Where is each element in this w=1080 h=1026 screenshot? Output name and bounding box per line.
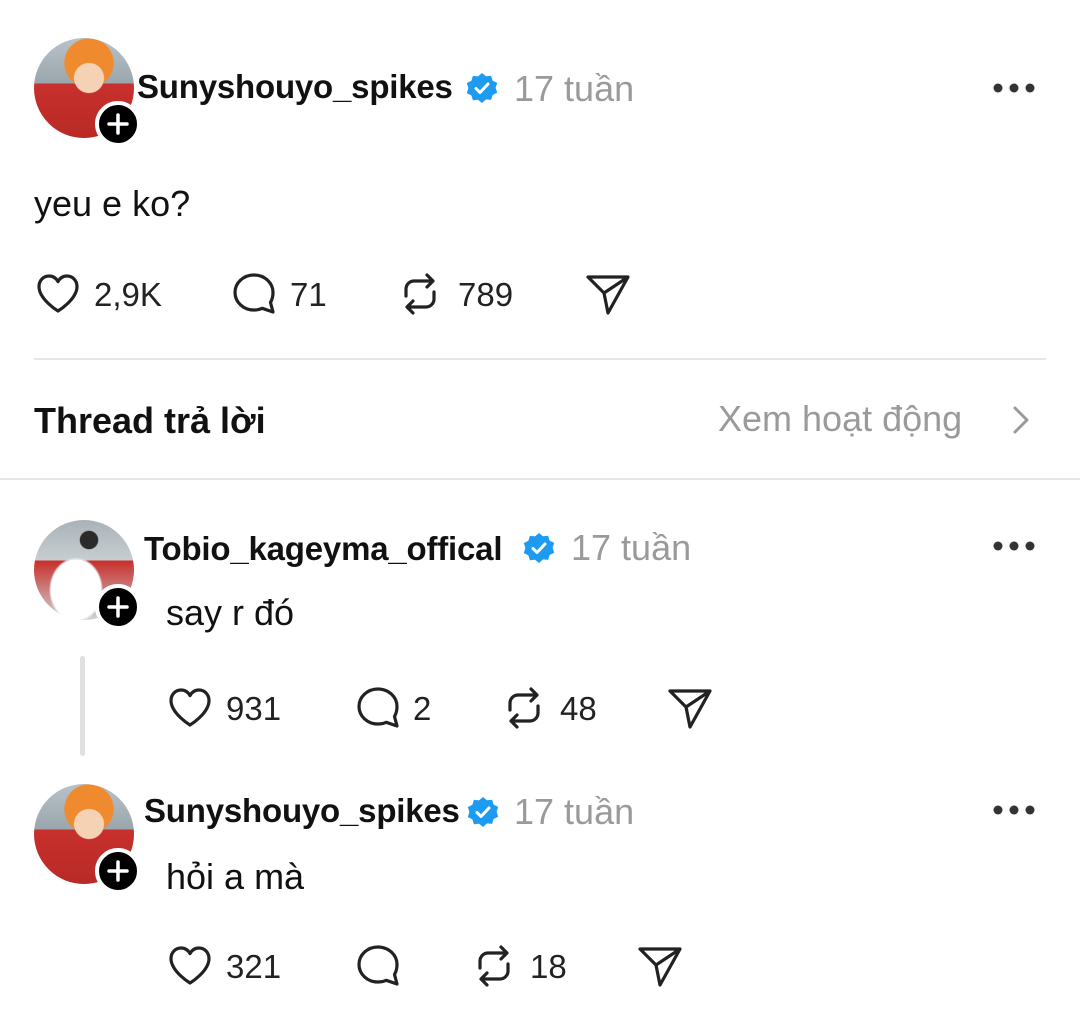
divider	[0, 478, 1080, 480]
verified-badge-icon	[467, 797, 499, 827]
more-options-icon[interactable]	[992, 82, 1036, 94]
comment-icon[interactable]	[354, 684, 402, 732]
comment-count: 71	[290, 276, 327, 313]
replies-section-title: Thread trả lời	[34, 400, 266, 441]
like-heart-icon[interactable]	[166, 684, 214, 732]
thread-connector-line	[80, 656, 85, 756]
repost-count: 18	[530, 948, 567, 985]
share-send-icon[interactable]	[584, 270, 632, 318]
comment-count: 2	[413, 690, 432, 727]
chevron-right-icon	[1013, 406, 1029, 434]
repost-count: 48	[560, 690, 597, 727]
follow-plus-icon[interactable]	[95, 101, 141, 147]
repost-icon[interactable]	[396, 270, 444, 318]
like-count: 2,9K	[94, 276, 162, 313]
comment-icon[interactable]	[230, 270, 278, 318]
post-text: say r đó	[166, 592, 295, 633]
share-send-icon[interactable]	[636, 942, 684, 990]
post-time: 17 tuần	[571, 527, 692, 568]
post-text: hỏi a mà	[166, 856, 305, 897]
more-options-icon[interactable]	[992, 540, 1036, 552]
post-time: 17 tuần	[514, 791, 635, 832]
username[interactable]: Sunyshouyo_spikes	[137, 68, 453, 106]
repost-icon[interactable]	[500, 684, 548, 732]
post-text: yeu e ko?	[34, 183, 191, 224]
view-activity-label: Xem hoạt động	[718, 398, 963, 439]
repost-icon[interactable]	[470, 942, 518, 990]
verified-badge-icon	[523, 533, 555, 563]
username[interactable]: Tobio_kageyma_offical	[144, 530, 503, 568]
like-heart-icon[interactable]	[34, 270, 82, 318]
more-options-icon[interactable]	[992, 804, 1036, 816]
repost-count: 789	[458, 276, 514, 313]
follow-plus-icon[interactable]	[95, 848, 141, 894]
post-time: 17 tuần	[514, 68, 635, 109]
like-count: 931	[226, 690, 282, 727]
divider	[34, 358, 1046, 360]
share-send-icon[interactable]	[666, 684, 714, 732]
like-count: 321	[226, 948, 282, 985]
like-heart-icon[interactable]	[166, 942, 214, 990]
comment-icon[interactable]	[354, 942, 402, 990]
verified-badge-icon	[466, 73, 498, 103]
username[interactable]: Sunyshouyo_spikes	[144, 792, 460, 830]
follow-plus-icon[interactable]	[95, 584, 141, 630]
